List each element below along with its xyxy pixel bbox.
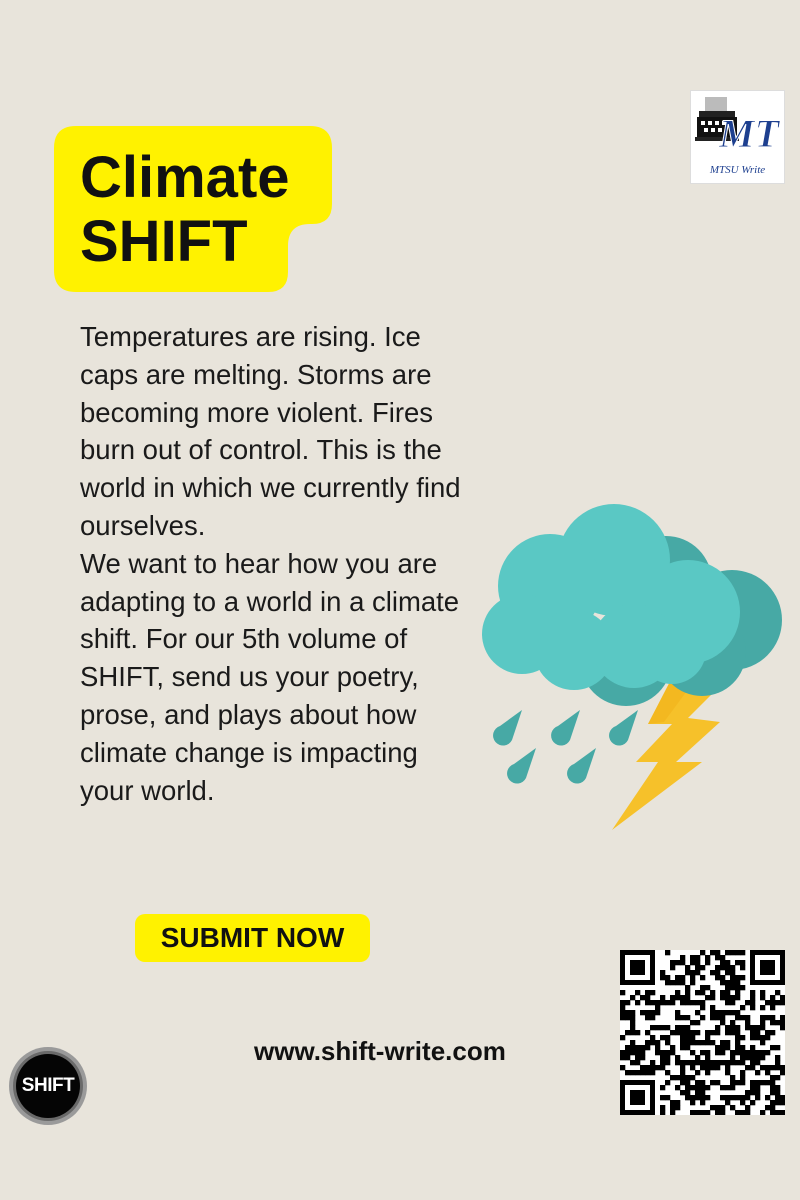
submit-now-button[interactable]: SUBMIT NOW (135, 914, 370, 962)
title-block: Climate SHIFT (54, 126, 334, 292)
qr-code-icon (620, 950, 785, 1115)
shift-logo-label: SHIFT (21, 1075, 75, 1096)
rain-drops (493, 710, 638, 784)
storm-cloud-icon (482, 504, 782, 830)
shift-logo: SHIFT (8, 1046, 88, 1126)
call-for-submissions-text: Temperatures are rising. Ice caps are me… (80, 318, 470, 809)
mtsu-write-logo: MT MTSU Write (691, 91, 784, 183)
logo-caption: MTSU Write (709, 164, 766, 176)
title-line-1: Climate (80, 145, 290, 210)
website-link[interactable]: www.shift-write.com (254, 1036, 506, 1067)
typewriter-icon: MT (695, 97, 781, 157)
mt-mark: MT (718, 111, 781, 156)
body-paragraph-2: We want to hear how you are adapting to … (80, 547, 460, 806)
cloud (482, 504, 740, 690)
body-paragraph-1: Temperatures are rising. Ice caps are me… (80, 321, 461, 541)
page-title: Climate SHIFT (80, 146, 290, 274)
title-line-2: SHIFT (80, 209, 248, 274)
